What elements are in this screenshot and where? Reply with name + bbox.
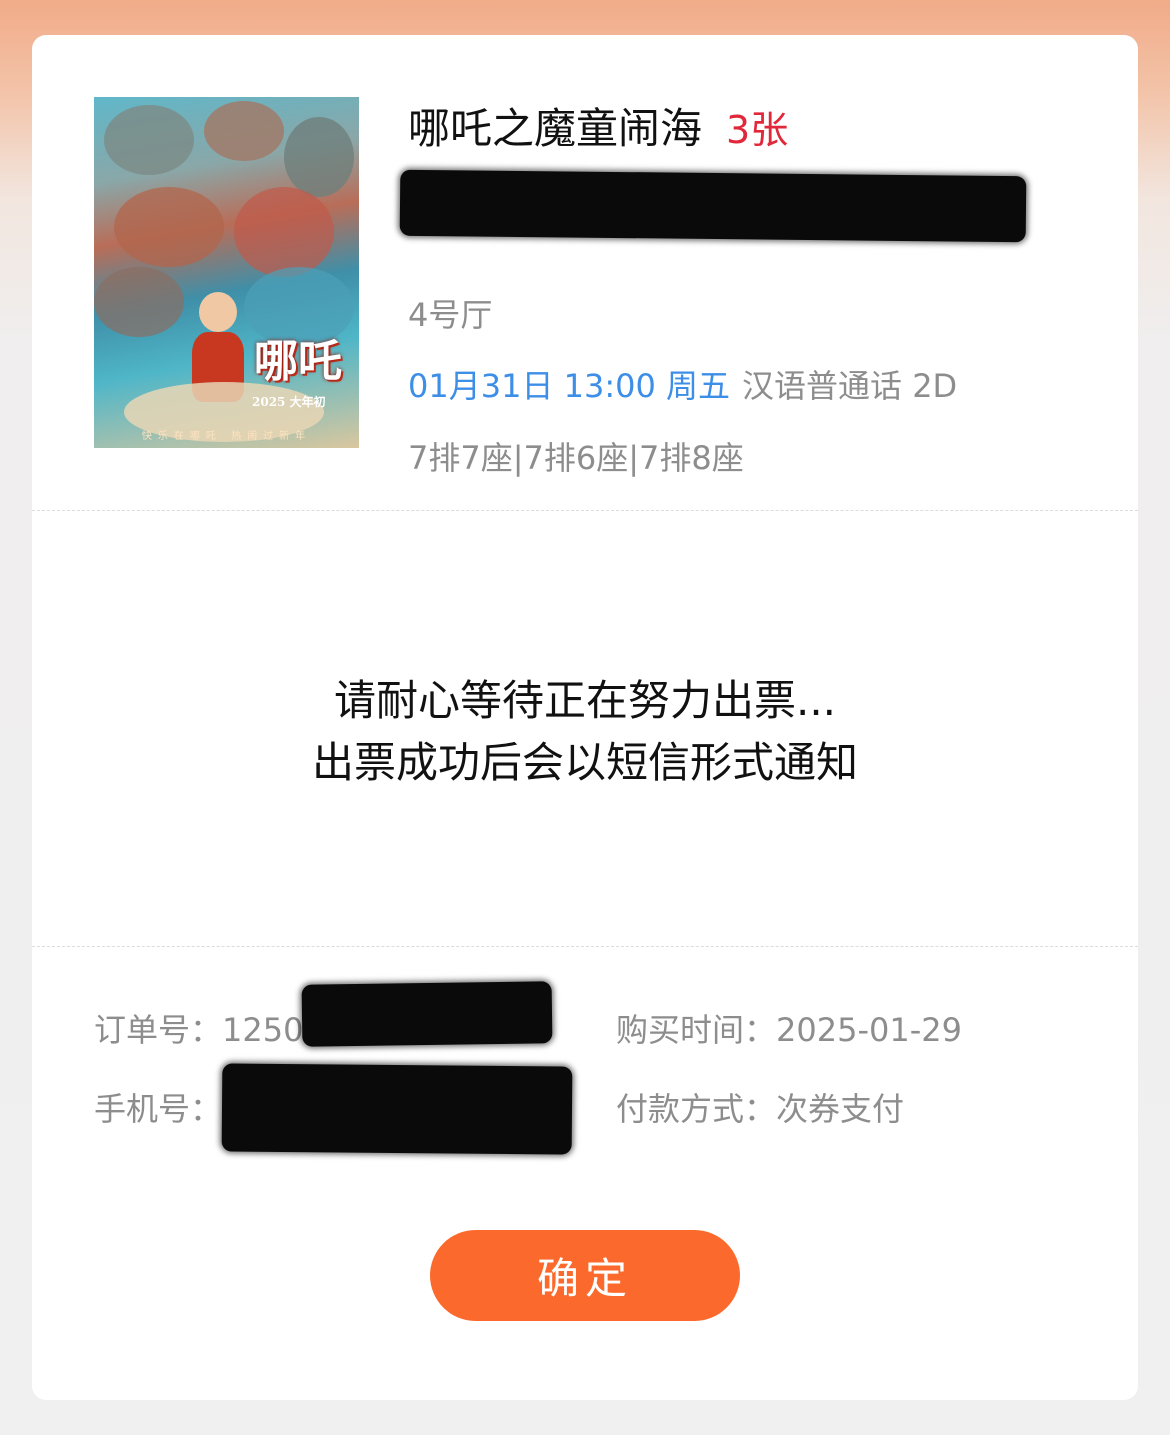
cinema-name-redaction (399, 169, 1027, 243)
seat-list: 7排7座|7排6座|7排8座 (408, 439, 744, 477)
movie-poster: 哪吒 2025 大年初 快乐在哪吒 热闹过新年 (94, 97, 359, 448)
hall-name: 4号厅 (408, 296, 493, 334)
ticketing-status: 请耐心等待正在努力出票... 出票成功后会以短信形式通知 (32, 670, 1138, 794)
poster-year: 2025 大年初 (252, 395, 326, 409)
showtime: 01月31日 13:00 周五 汉语普通话 2D (408, 361, 957, 407)
movie-title: 哪吒之魔童闹海 (408, 104, 703, 153)
order-number-redaction (301, 981, 553, 1047)
payment-method: 付款方式：次券支付 (616, 1084, 904, 1130)
poster-tagline: 快乐在哪吒 热闹过新年 (141, 431, 312, 442)
purchase-time: 购买时间：2025-01-29 (616, 1005, 962, 1051)
movie-title-row: 哪吒之魔童闹海 3张 (408, 95, 788, 156)
purchase-time-label: 购买时间： (616, 1011, 777, 1049)
order-number: 订单号：12501 (94, 1005, 324, 1051)
order-card: 哪吒 2025 大年初 快乐在哪吒 热闹过新年 哪吒之魔童闹海 3张 4号厅 01… (32, 35, 1138, 1400)
phone-number: 手机号： (94, 1084, 222, 1130)
order-number-label: 订单号： (94, 1011, 223, 1049)
status-line-1: 请耐心等待正在努力出票... (333, 676, 837, 725)
poster-logo: 哪吒 (254, 336, 342, 387)
purchase-time-value: 2025-01-29 (776, 1011, 962, 1049)
payment-method-value: 次券支付 (776, 1090, 905, 1128)
divider-bottom (32, 946, 1138, 947)
confirm-button[interactable]: 确定 (430, 1230, 740, 1321)
show-datetime: 01月31日 13:00 周五 (408, 367, 731, 405)
language-format: 汉语普通话 2D (742, 367, 958, 405)
phone-number-redaction (221, 1063, 573, 1155)
ticket-count: 3张 (726, 108, 789, 152)
payment-method-label: 付款方式： (616, 1090, 777, 1128)
divider-top (32, 510, 1138, 511)
phone-number-label: 手机号： (94, 1090, 223, 1128)
status-line-2: 出票成功后会以短信形式通知 (311, 738, 858, 787)
